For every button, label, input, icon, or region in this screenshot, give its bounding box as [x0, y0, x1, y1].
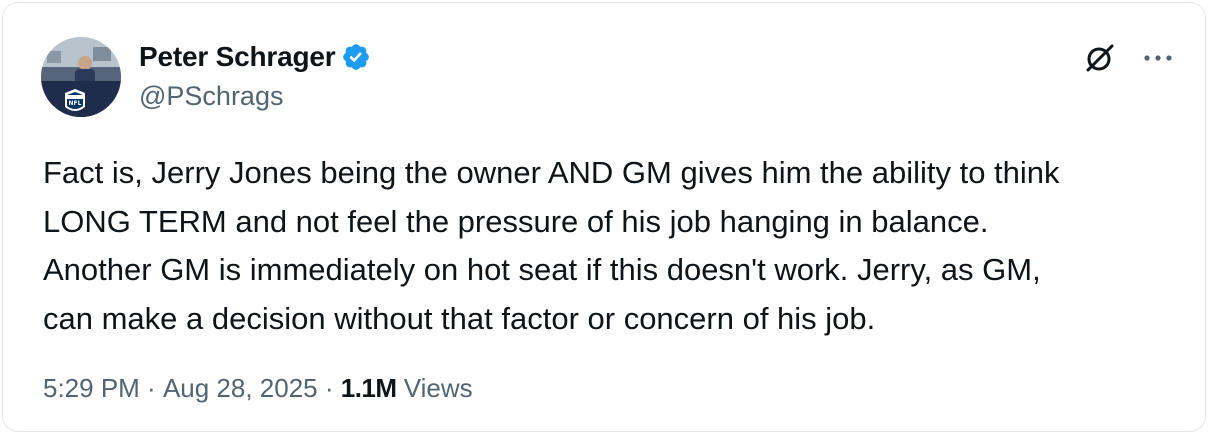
tweet-time[interactable]: 5:29 PM	[43, 373, 140, 404]
tweet-card: NFL Peter Schrager @PSchrags Fact is, Je…	[2, 2, 1206, 432]
tweet-date[interactable]: Aug 28, 2025	[163, 373, 318, 404]
tweet-text: Fact is, Jerry Jones being the owner AND…	[43, 155, 1060, 336]
meta-separator: ·	[317, 373, 341, 403]
author-name-row[interactable]: Peter Schrager	[139, 41, 371, 73]
views-count: 1.1M	[340, 373, 397, 403]
meta-separator: ·	[139, 373, 163, 403]
author-name[interactable]: Peter Schrager	[139, 41, 336, 73]
tweet-meta: 5:29 PM · Aug 28, 2025 · 1.1M Views	[43, 373, 473, 404]
views-label: Views	[396, 373, 473, 403]
more-icon[interactable]	[1141, 41, 1175, 75]
avatar[interactable]: NFL	[41, 37, 121, 117]
author-handle[interactable]: @PSchrags	[139, 81, 283, 112]
avatar-image: NFL	[41, 37, 121, 117]
grok-icon[interactable]	[1083, 41, 1117, 75]
verified-badge-icon[interactable]	[341, 42, 371, 72]
svg-text:NFL: NFL	[69, 100, 82, 107]
